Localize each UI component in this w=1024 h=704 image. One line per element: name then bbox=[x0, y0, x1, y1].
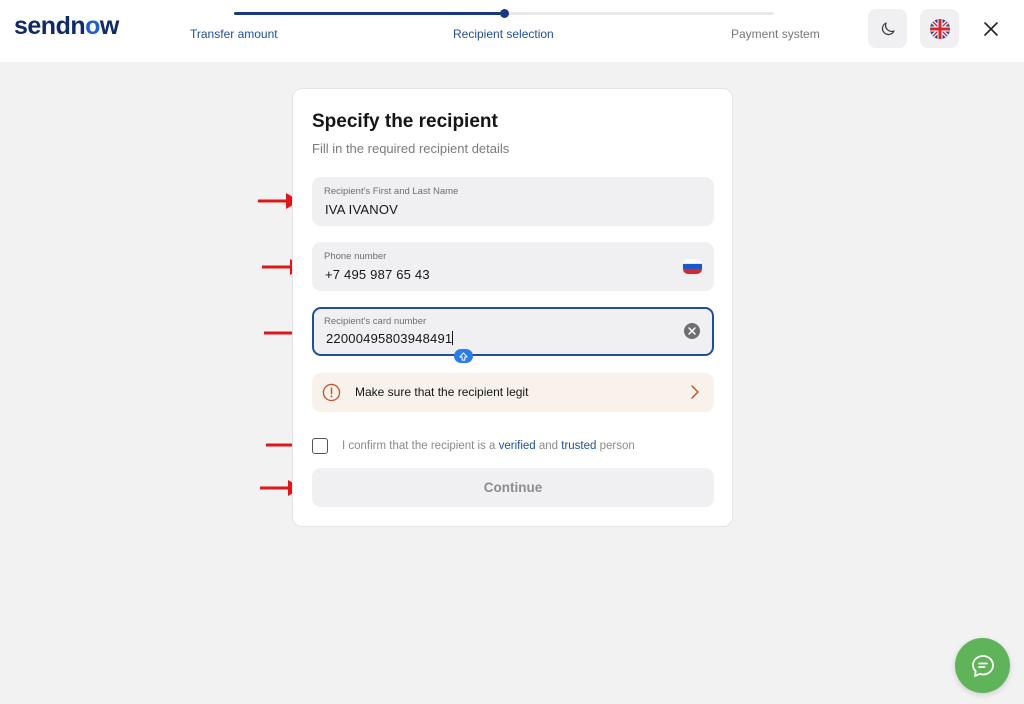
text-caret bbox=[452, 331, 454, 345]
recipient-name-input[interactable]: IVA IVANOV bbox=[325, 202, 398, 217]
close-button[interactable] bbox=[978, 16, 1004, 42]
confirm-text: I confirm that the recipient is a verifi… bbox=[342, 440, 635, 452]
keyboard-capslock-indicator bbox=[454, 349, 473, 363]
chat-support-button[interactable] bbox=[955, 638, 1010, 693]
card-number-label: Recipient's card number bbox=[324, 316, 427, 327]
trusted-link[interactable]: trusted bbox=[561, 440, 596, 452]
card-number-value: 22000495803948491 bbox=[326, 331, 453, 346]
step-transfer-amount[interactable]: Transfer amount bbox=[190, 27, 278, 41]
chat-bubble-icon bbox=[971, 654, 994, 677]
shift-arrow-icon bbox=[459, 351, 468, 361]
recipient-name-field[interactable]: Recipient's First and Last Name IVA IVAN… bbox=[312, 177, 714, 226]
language-button[interactable] bbox=[920, 9, 959, 48]
sendnow-logo[interactable]: sendnow bbox=[14, 12, 119, 41]
continue-button[interactable]: Continue bbox=[312, 468, 714, 507]
recipient-name-label: Recipient's First and Last Name bbox=[324, 186, 459, 197]
form-subtitle: Fill in the required recipient details bbox=[312, 141, 510, 156]
warning-text: Make sure that the recipient legit bbox=[355, 385, 529, 399]
alert-circle-icon bbox=[322, 383, 341, 402]
card-number-field[interactable]: Recipient's card number 2200049580394849… bbox=[312, 307, 714, 356]
form-title: Specify the recipient bbox=[312, 111, 498, 132]
step-recipient-selection[interactable]: Recipient selection bbox=[453, 27, 554, 41]
phone-number-field[interactable]: Phone number +7 495 987 65 43 bbox=[312, 242, 714, 291]
progress-stepper: Transfer amount Recipient selection Paym… bbox=[190, 0, 830, 62]
top-bar: sendnow Transfer amount Recipient select… bbox=[0, 0, 1024, 62]
moon-icon bbox=[881, 21, 895, 35]
phone-number-input[interactable]: +7 495 987 65 43 bbox=[325, 267, 430, 282]
close-icon bbox=[984, 22, 998, 36]
uk-flag-icon bbox=[929, 18, 950, 39]
step-payment-system: Payment system bbox=[731, 27, 820, 41]
recipient-form-card: Specify the recipient Fill in the requir… bbox=[292, 88, 733, 527]
theme-toggle-button[interactable] bbox=[868, 9, 907, 48]
phone-number-label: Phone number bbox=[324, 251, 387, 262]
confirm-checkbox[interactable] bbox=[312, 438, 328, 454]
confirm-recipient-row[interactable]: I confirm that the recipient is a verifi… bbox=[312, 437, 714, 457]
verified-link[interactable]: verified bbox=[499, 440, 536, 452]
clear-icon bbox=[688, 327, 696, 335]
russia-flag-icon[interactable] bbox=[683, 259, 702, 274]
card-number-input[interactable]: 22000495803948491 bbox=[326, 331, 454, 346]
clear-card-button[interactable] bbox=[684, 323, 700, 339]
chevron-right-icon bbox=[691, 385, 699, 399]
progress-track-fill bbox=[234, 12, 504, 15]
recipient-warning-banner[interactable]: Make sure that the recipient legit bbox=[312, 373, 714, 412]
progress-current-dot bbox=[500, 9, 509, 18]
progress-track bbox=[234, 9, 774, 18]
